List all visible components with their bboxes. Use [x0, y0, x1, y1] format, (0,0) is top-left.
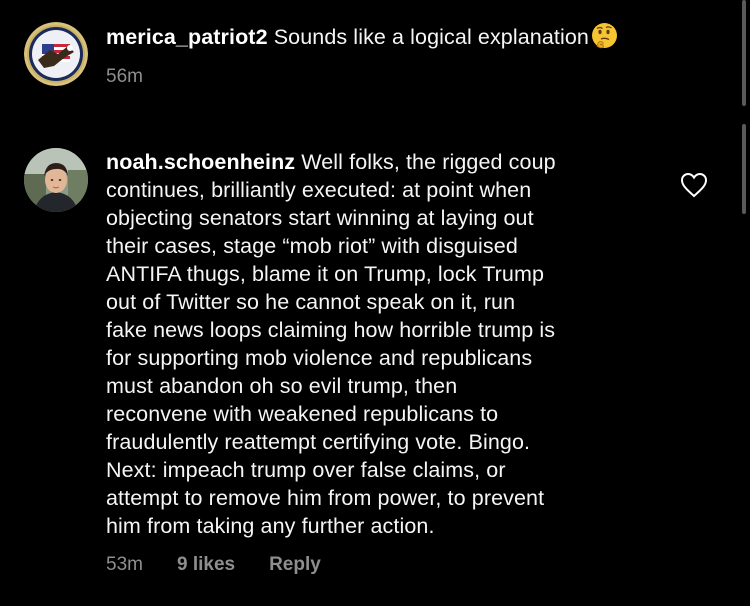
comment-line: reconvene with weakened republicans to: [106, 402, 499, 426]
like-button[interactable]: [680, 172, 708, 198]
comment-line: Well folks, the rigged coup: [301, 150, 556, 174]
comment-line: attempt to remove him from power, to pre…: [106, 486, 545, 510]
comment-line: fake news loops claiming how horrible tr…: [106, 318, 556, 342]
comment-line: their cases, stage “mob riot” with disgu…: [106, 234, 518, 258]
comment-line: Next: impeach trump over false claims, o…: [106, 458, 506, 482]
comment-body: noah.schoenheinz Well folks, the rigged …: [106, 148, 666, 540]
scrollbar-top[interactable]: [742, 0, 746, 106]
comment-meta: 53m 9 likes Reply: [106, 554, 321, 576]
comment-line: out of Twitter so he cannot speak on it,…: [106, 290, 516, 314]
likes-count[interactable]: 9 likes: [177, 554, 235, 576]
user-photo-avatar-icon: [24, 148, 88, 212]
heart-outline-icon: [680, 172, 708, 198]
reply-button[interactable]: Reply: [269, 554, 321, 576]
comment-timestamp: 53m: [106, 554, 143, 575]
comment-line: objecting senators start winning at layi…: [106, 206, 534, 230]
comment-line: continues, brilliantly executed: at poin…: [106, 178, 532, 202]
comment-2: noah.schoenheinz Well folks, the rigged …: [0, 0, 750, 606]
comment-line: must abandon oh so evil trump, then: [106, 374, 458, 398]
avatar[interactable]: [24, 148, 88, 212]
comment-line: fraudulently reattempt certifying vote. …: [106, 430, 531, 454]
comment-line: him from taking any further action.: [106, 514, 435, 538]
comment-line: ANTIFA thugs, blame it on Trump, lock Tr…: [106, 262, 545, 286]
scrollbar-thumb[interactable]: [742, 124, 746, 214]
comment-username[interactable]: noah.schoenheinz: [106, 150, 295, 174]
comment-line: for supporting mob violence and republic…: [106, 346, 533, 370]
